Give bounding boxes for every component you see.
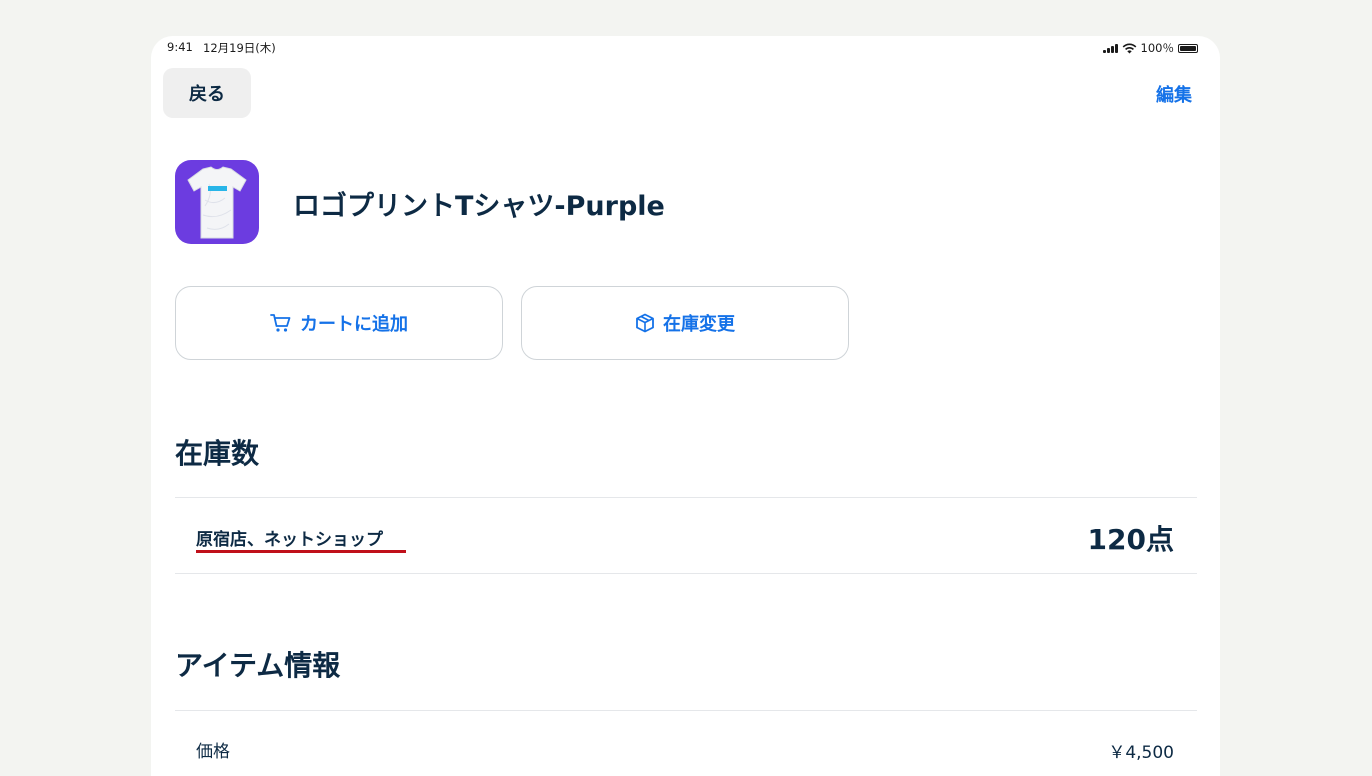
cellular-signal-icon — [1102, 43, 1118, 53]
stock-count: 120点 — [1087, 523, 1174, 556]
item-info-section-title: アイテム情報 — [175, 649, 341, 682]
status-bar: 9:41 12月19日(木) 100％ — [151, 36, 1220, 58]
add-to-cart-label: カートに追加 — [300, 314, 408, 335]
box-icon — [636, 313, 654, 333]
app-window: 9:41 12月19日(木) 100％ 戻る 編集 ロゴプリントTシャツ-Pur… — [151, 36, 1220, 776]
divider — [175, 497, 1197, 498]
price-value: ￥4,500 — [1108, 743, 1174, 763]
stock-section-title: 在庫数 — [175, 437, 260, 470]
stock-location-underline — [196, 550, 406, 553]
edit-button[interactable]: 編集 — [1156, 81, 1192, 107]
status-date: 12月19日(木) — [203, 41, 276, 55]
add-to-cart-button[interactable]: カートに追加 — [175, 286, 503, 360]
cart-icon — [270, 314, 291, 332]
divider — [175, 710, 1197, 711]
tshirt-icon — [187, 166, 247, 239]
product-title: ロゴプリントTシャツ-Purple — [293, 191, 665, 222]
status-indicators: 100％ — [1102, 40, 1198, 56]
status-time: 9:41 — [167, 40, 193, 54]
stock-location-link[interactable]: 原宿店、ネットショップ — [196, 525, 383, 550]
battery-icon — [1178, 43, 1198, 53]
wifi-icon — [1122, 43, 1136, 53]
divider — [175, 573, 1197, 574]
back-button[interactable]: 戻る — [163, 68, 251, 118]
product-thumbnail — [175, 160, 259, 244]
change-stock-button[interactable]: 在庫変更 — [521, 286, 849, 360]
price-label: 価格 — [196, 742, 230, 762]
battery-percent: 100％ — [1140, 41, 1174, 55]
change-stock-label: 在庫変更 — [663, 314, 735, 335]
